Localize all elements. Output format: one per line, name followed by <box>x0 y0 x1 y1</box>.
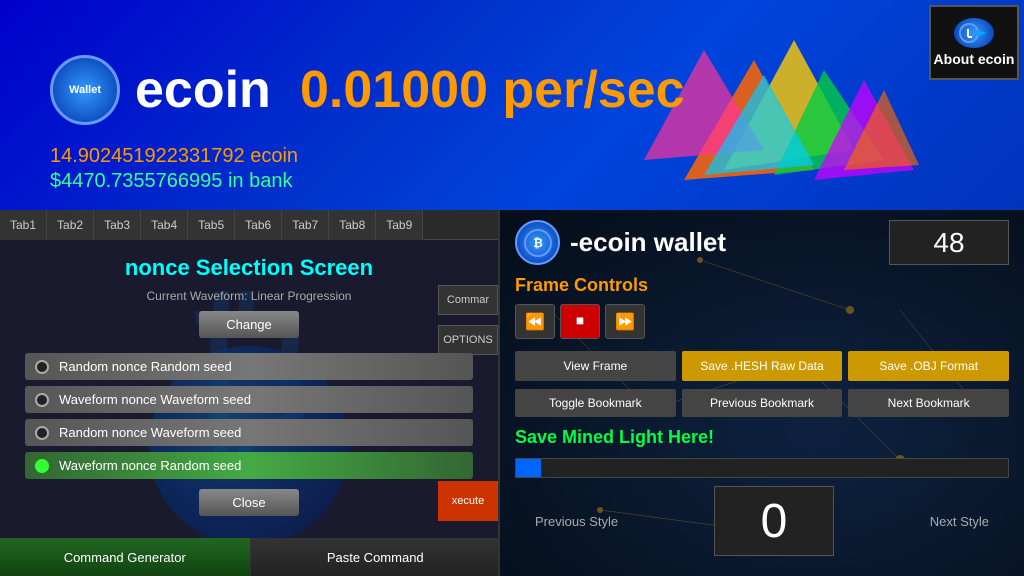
option-random-random[interactable]: Random nonce Random seed <box>25 353 473 380</box>
balance-bank: $4470.7355766995 in bank <box>50 170 292 193</box>
command-generator-button[interactable]: Command Generator <box>0 538 251 576</box>
progress-fill <box>516 459 541 477</box>
save-hesh-button[interactable]: Save .HESH Raw Data <box>682 351 843 381</box>
option-waveform-random[interactable]: Waveform nonce Random seed <box>25 452 473 479</box>
tab-4[interactable]: Tab4 <box>141 210 188 240</box>
save-mined-label: Save Mined Light Here! <box>515 427 1009 448</box>
about-icon <box>954 18 994 48</box>
prev-bookmark-button[interactable]: Previous Bookmark <box>682 389 843 417</box>
bottom-row: Previous Style 0 Next Style <box>515 486 1009 556</box>
frame-controls-label: Frame Controls <box>515 275 1009 296</box>
radio-dot-4 <box>35 459 49 473</box>
stop-button[interactable]: ⏹ <box>560 304 600 339</box>
option-random-waveform[interactable]: Random nonce Waveform seed <box>25 419 473 446</box>
progress-bar <box>515 458 1009 478</box>
tab-3[interactable]: Tab3 <box>94 210 141 240</box>
radio-dot-1 <box>35 360 49 374</box>
balance-ecoin: 14.902451922331792 ecoin <box>50 145 298 168</box>
option-waveform-waveform[interactable]: Waveform nonce Waveform seed <box>25 386 473 413</box>
nonce-title: nonce Selection Screen <box>15 255 483 281</box>
about-btn-text: About ecoin <box>934 51 1015 68</box>
view-frame-button[interactable]: View Frame <box>515 351 676 381</box>
tab-2[interactable]: Tab2 <box>47 210 94 240</box>
nonce-screen: ₿ nonce Selection Screen Current Wavefor… <box>0 240 498 576</box>
frame-count: 0 <box>714 486 834 556</box>
tab-5[interactable]: Tab5 <box>188 210 235 240</box>
forward-button[interactable]: ⏩ <box>605 304 645 339</box>
playback-controls: ⏪ ⏹ ⏩ <box>515 304 1009 339</box>
right-panel: ₿ -ecoin wallet 48 Frame Controls ⏪ ⏹ ⏩ … <box>500 210 1024 576</box>
toggle-bookmark-button[interactable]: Toggle Bookmark <box>515 389 676 417</box>
tab-9[interactable]: Tab9 <box>376 210 423 240</box>
wallet-label: Wallet <box>69 84 101 96</box>
bottom-toolbar: Command Generator Paste Command <box>0 538 500 576</box>
left-panel: Tab1 Tab2 Tab3 Tab4 Tab5 Tab6 Tab7 Tab8 … <box>0 210 500 576</box>
tabs-row: Tab1 Tab2 Tab3 Tab4 Tab5 Tab6 Tab7 Tab8 … <box>0 210 498 240</box>
tab-1[interactable]: Tab1 <box>0 210 47 240</box>
tab-6[interactable]: Tab6 <box>235 210 282 240</box>
next-bookmark-button[interactable]: Next Bookmark <box>848 389 1009 417</box>
frame-number: 48 <box>889 220 1009 265</box>
next-style-button[interactable]: Next Style <box>910 508 1009 535</box>
right-content: ₿ -ecoin wallet 48 Frame Controls ⏪ ⏹ ⏩ … <box>500 210 1024 566</box>
wallet-title: -ecoin wallet <box>570 227 726 258</box>
options-button[interactable]: OPTIONS <box>438 325 498 355</box>
option-label-1: Random nonce Random seed <box>59 359 232 374</box>
option-label-3: Random nonce Waveform seed <box>59 425 241 440</box>
change-button[interactable]: Change <box>199 311 299 338</box>
radio-dot-2 <box>35 393 49 407</box>
option-label-2: Waveform nonce Waveform seed <box>59 392 251 407</box>
execute-button[interactable]: xecute <box>438 481 498 521</box>
radio-dot-3 <box>35 426 49 440</box>
prev-style-button[interactable]: Previous Style <box>515 508 638 535</box>
option-label-4: Waveform nonce Random seed <box>59 458 241 473</box>
main-content: Tab1 Tab2 Tab3 Tab4 Tab5 Tab6 Tab7 Tab8 … <box>0 210 1024 576</box>
ecoin-title: ecoin <box>135 60 271 120</box>
rewind-button[interactable]: ⏪ <box>515 304 555 339</box>
svg-text:₿: ₿ <box>533 236 543 250</box>
bookmark-row: Toggle Bookmark Previous Bookmark Next B… <box>515 389 1009 417</box>
save-obj-button[interactable]: Save .OBJ Format <box>848 351 1009 381</box>
header: Wallet ecoin 0.01000 per/sec 14.90245192… <box>0 0 1024 210</box>
current-waveform: Current Waveform: Linear Progression <box>15 289 483 303</box>
tab-8[interactable]: Tab8 <box>329 210 376 240</box>
wallet-logo: Wallet <box>50 55 120 125</box>
rate-text: 0.01000 per/sec <box>300 60 685 120</box>
paste-command-button[interactable]: Paste Command <box>251 538 501 576</box>
wallet-logo-small: ₿ <box>515 220 560 265</box>
tab-7[interactable]: Tab7 <box>282 210 329 240</box>
action-row-1: View Frame Save .HESH Raw Data Save .OBJ… <box>515 351 1009 381</box>
close-button[interactable]: Close <box>199 489 299 516</box>
about-button[interactable]: About ecoin <box>929 5 1019 80</box>
